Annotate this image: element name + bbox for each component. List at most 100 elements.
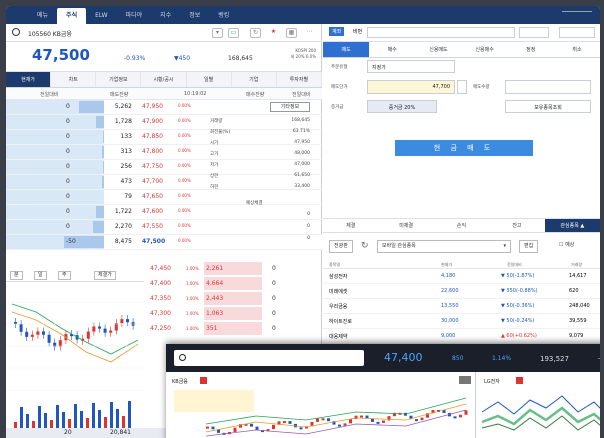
bid-row[interactable]: 47,400 1.00% 4,664 0 — [144, 277, 322, 291]
tab-unfilled[interactable]: 미체결 — [378, 219, 433, 232]
top-tab-banking[interactable]: 뱅킹 — [209, 8, 238, 24]
top-tab-elw[interactable]: ELW — [86, 8, 117, 24]
favorites-group-select[interactable]: 모바일 관심종목 ▾ — [377, 240, 511, 253]
ask-price: 47,500 — [142, 238, 166, 245]
tab-cancel[interactable]: 취소 — [554, 42, 600, 57]
tab-credit-sell[interactable]: 신용매도 — [415, 42, 461, 57]
ask-percent: 0.00% — [178, 238, 191, 243]
tab-daily[interactable]: 일별 — [187, 72, 232, 87]
tab-company-info[interactable]: 기업정보 — [96, 72, 142, 87]
tab-pnl[interactable]: 손익 — [434, 219, 489, 232]
top-tab-index[interactable]: 지수 — [151, 8, 180, 24]
top-tab-stock[interactable]: 주식 — [57, 8, 87, 24]
volume-bar — [26, 414, 29, 428]
ask-diff: 0 — [66, 163, 70, 170]
top-tab-menu[interactable]: 메뉴 — [28, 8, 57, 24]
holdings-lookup-button[interactable]: 보유종목조회 — [505, 100, 591, 113]
favorite-row[interactable]: 대웅제약 9,000 ▲ 60(+0.62%) 9,079 — [323, 329, 600, 344]
fav-price: 13,550 — [441, 303, 459, 309]
top-tab-info[interactable]: 정보 — [180, 8, 209, 24]
bid-row[interactable]: 47,250 1.00% 351 0 — [144, 322, 322, 336]
ask-percent: 0.00% — [178, 118, 191, 123]
tab-news[interactable]: 시황/공시 — [141, 72, 187, 87]
bid-row[interactable]: 47,450 1.00% 2,261 0 — [144, 262, 322, 276]
refresh-icon[interactable]: ↻ — [250, 28, 261, 38]
fav-name: 삼성전자 — [329, 274, 348, 280]
candle-body — [92, 326, 96, 332]
ask-diff: 0 — [66, 148, 70, 155]
stock-code-name[interactable]: 105560 KB금융 — [28, 29, 72, 38]
tab-investors[interactable]: 투자자별 — [277, 72, 322, 87]
account-select[interactable] — [559, 27, 595, 38]
candle-body — [42, 331, 45, 335]
tab-buy[interactable]: 매수 — [369, 42, 415, 57]
password-field[interactable] — [519, 27, 549, 38]
account-field[interactable] — [367, 27, 515, 38]
info-row: 거래량 168,645 — [206, 118, 314, 128]
favorite-row[interactable]: 우리금융 13,550 ▼ 50(-0.36%) 248,040 — [323, 299, 600, 314]
col-volume: 거래량 — [571, 262, 583, 267]
tab-filled[interactable]: 체결 — [323, 219, 378, 232]
top-tab-derivatives[interactable]: 파다야 — [117, 8, 152, 24]
expected-checkbox[interactable]: ☐ 예상 — [555, 240, 578, 253]
ask-diff-cell: 0 — [6, 190, 104, 204]
chevron-down-icon[interactable]: ▾ — [212, 28, 223, 38]
sell-qty-input[interactable] — [505, 80, 591, 94]
chart-period-day[interactable]: 일 — [34, 271, 47, 280]
bid-percent: 1.00% — [186, 266, 199, 271]
fav-change: ▼ 50(-0.24%) — [501, 318, 535, 324]
info-row: 하한 33,400 — [206, 184, 314, 194]
floating-search-input[interactable] — [174, 350, 364, 366]
favorite-row[interactable]: 미래에셋 22,600 ▼ 350(-0.88%) 620 — [323, 284, 600, 299]
ask-diff: 0 — [66, 118, 70, 125]
tab-credit-buy[interactable]: 신용매수 — [462, 42, 508, 57]
volume-bar — [62, 412, 65, 428]
grid-icon[interactable]: ▦ — [286, 28, 297, 38]
fav-name: 우리금융 — [329, 304, 348, 310]
tab-company[interactable]: 기업 — [232, 72, 277, 87]
tab-favorites[interactable]: 관심종목 ▲ — [544, 219, 600, 232]
info-value: 33,400 — [294, 184, 310, 189]
order-type-select[interactable]: 지정가 — [367, 60, 455, 73]
chart-period-week[interactable]: 주 — [58, 271, 71, 280]
bid-price: 47,450 — [150, 265, 171, 272]
candle-body — [387, 416, 391, 421]
chart-type-trade[interactable]: 체결가 — [94, 271, 116, 280]
star-icon[interactable]: ★ — [268, 28, 279, 38]
favorite-row[interactable]: 하이트진로 30,000 ▼ 50(-0.24%) 39,559 — [323, 314, 600, 329]
sell-price-input[interactable]: 47,700 — [367, 80, 455, 94]
board-button[interactable]: 전광판 — [329, 240, 353, 253]
chart-period-minute[interactable]: 분 — [10, 271, 23, 280]
candle-body — [109, 330, 113, 333]
more-icon[interactable]: ⋯ — [304, 28, 315, 38]
fav-price: 30,000 — [441, 318, 459, 324]
margin-value[interactable]: 증거금 20% — [367, 100, 437, 113]
tab-balance[interactable]: 잔고 — [489, 219, 544, 232]
tab-current-price[interactable]: 현재가 — [6, 72, 52, 87]
bid-volume-cell: 1,063 — [204, 307, 262, 320]
bid-row[interactable]: 47,350 1.00% 2,443 0 — [144, 292, 322, 306]
orderbook-header: 전일대비 매도잔량 10:19:02 매수잔량 전일대비 — [6, 88, 322, 100]
tab-modify[interactable]: 정정 — [508, 42, 554, 57]
volume: 168,645 — [228, 55, 253, 62]
col-price: 현재가 — [441, 262, 453, 267]
tab-chart[interactable]: 차트 — [51, 72, 97, 87]
sell-price-label: 매도단가 — [331, 85, 348, 90]
favorite-row[interactable]: 삼성전자 4,180 ▼ 50(-1.87%) 14,617 — [323, 269, 600, 284]
minimize-icon[interactable] — [598, 358, 600, 359]
candle-body — [316, 418, 319, 422]
bid-row[interactable]: 47,300 1.00% 1,063 0 — [144, 307, 322, 321]
price-stepper[interactable] — [457, 80, 467, 94]
window-minimize-icon[interactable] — [562, 11, 592, 17]
cash-sell-button[interactable]: 현 금 매 도 — [395, 140, 533, 156]
more-info-button[interactable]: 기타정보 — [270, 102, 310, 112]
edit-button[interactable]: 편집 — [519, 240, 539, 253]
refresh-icon[interactable]: ↻ — [361, 241, 369, 251]
window-icon[interactable]: ▭ — [228, 28, 239, 38]
bid-diff: 0 — [272, 295, 276, 302]
volume-bar — [56, 405, 59, 428]
tab-sell[interactable]: 매도 — [323, 42, 370, 57]
search-icon[interactable] — [12, 28, 20, 36]
fav-price: 9,000 — [441, 333, 456, 339]
ask-diff-cell: 0 — [6, 145, 104, 159]
